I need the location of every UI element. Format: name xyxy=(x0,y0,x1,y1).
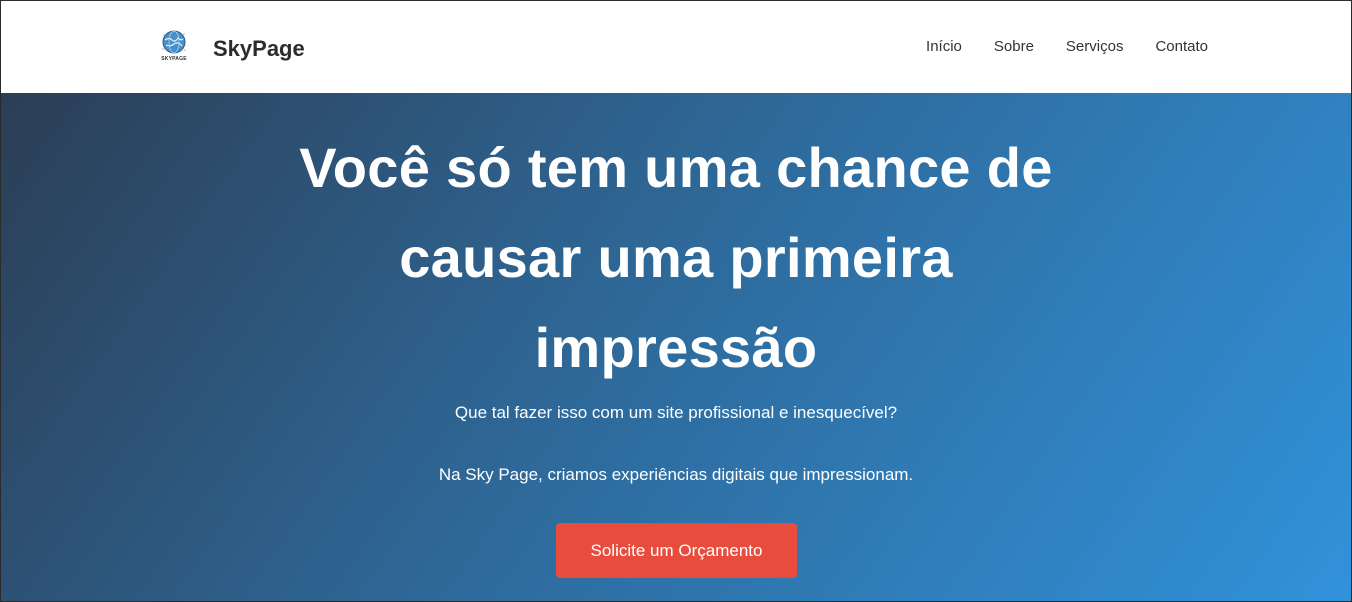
main-nav: Início Sobre Serviços Contato xyxy=(926,38,1208,55)
hero-title: Você só tem uma chance de causar uma pri… xyxy=(299,136,1053,379)
hero-subtitle-2: Na Sky Page, criamos experiências digita… xyxy=(438,465,914,484)
request-quote-button[interactable]: Solicite um Orçamento xyxy=(556,523,797,578)
brand-name: SkyPage xyxy=(213,36,305,61)
nav-item-sobre[interactable]: Sobre xyxy=(994,38,1034,55)
hero-subtitle-1: Que tal fazer isso com um site profissio… xyxy=(454,403,898,422)
nav-item-contato[interactable]: Contato xyxy=(1155,38,1208,55)
nav-item-servicos[interactable]: Serviços xyxy=(1066,38,1124,55)
nav-item-inicio[interactable]: Início xyxy=(926,38,962,55)
page: SKYPAGE SkyPage Início Sobre Serviços Co… xyxy=(0,0,1352,602)
brand-link[interactable]: SKYPAGE SkyPage xyxy=(157,29,305,69)
site-header: SKYPAGE SkyPage Início Sobre Serviços Co… xyxy=(1,1,1351,93)
logo-text: SKYPAGE xyxy=(161,56,187,62)
hero-section: Você só tem uma chance de causar uma pri… xyxy=(1,93,1351,601)
globe-logo-icon: SKYPAGE xyxy=(157,29,191,69)
